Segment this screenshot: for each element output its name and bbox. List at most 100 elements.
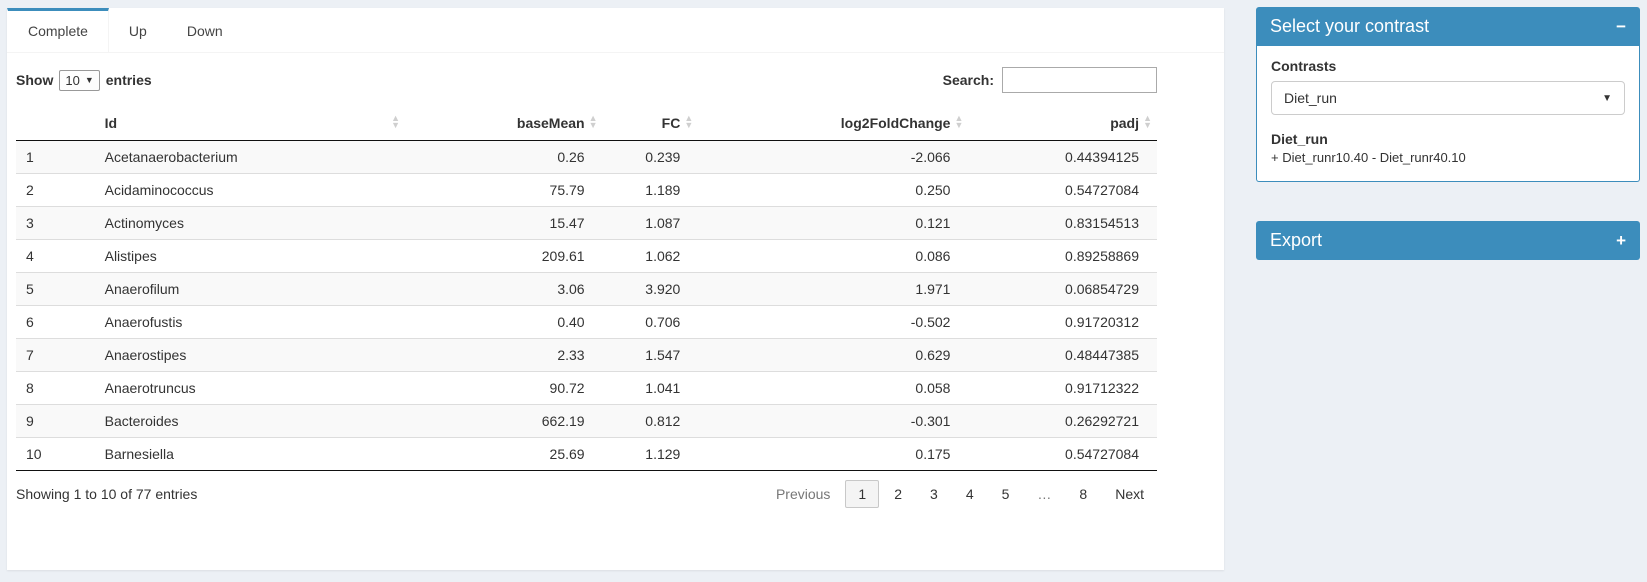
search-input[interactable] — [1002, 67, 1157, 93]
table-row: 5Anaerofilum3.063.9201.9710.06854729 — [16, 273, 1157, 306]
header-padj[interactable]: padj — [968, 107, 1157, 141]
cell-padj: 0.89258869 — [968, 240, 1157, 273]
header-id-label: Id — [105, 115, 117, 131]
contrast-select-value: Diet_run — [1284, 90, 1337, 106]
cell-log2foldchange: 0.250 — [698, 174, 968, 207]
cell-id: Alistipes — [95, 240, 405, 273]
cell-row-number: 8 — [16, 372, 95, 405]
header-basemean-label: baseMean — [517, 115, 585, 131]
sort-icon[interactable] — [955, 115, 964, 129]
contrast-name: Diet_run — [1271, 131, 1625, 147]
cell-basemean: 0.26 — [405, 141, 603, 174]
cell-fc: 1.041 — [603, 372, 699, 405]
tab-up[interactable]: Up — [109, 8, 167, 52]
table-footer: Showing 1 to 10 of 77 entries Previous12… — [16, 480, 1157, 508]
cell-fc: 3.920 — [603, 273, 699, 306]
cell-row-number: 9 — [16, 405, 95, 438]
cell-id: Anaerofustis — [95, 306, 405, 339]
page-length-select[interactable]: 10 ▼ — [59, 70, 99, 91]
cell-basemean: 0.40 — [405, 306, 603, 339]
export-panel-header[interactable]: Export + — [1256, 221, 1640, 260]
contrast-detail: Diet_run + Diet_runr10.40 - Diet_runr40.… — [1271, 131, 1625, 165]
next-button[interactable]: Next — [1102, 480, 1157, 508]
header-basemean[interactable]: baseMean — [405, 107, 603, 141]
cell-fc: 1.129 — [603, 438, 699, 471]
tab-bar: Complete Up Down — [7, 8, 1224, 53]
cell-padj: 0.48447385 — [968, 339, 1157, 372]
cell-padj: 0.83154513 — [968, 207, 1157, 240]
sort-icon[interactable] — [589, 115, 598, 129]
cell-fc: 0.239 — [603, 141, 699, 174]
header-fc[interactable]: FC — [603, 107, 699, 141]
cell-log2foldchange: 0.121 — [698, 207, 968, 240]
sort-icon[interactable] — [684, 115, 693, 129]
contrast-panel-body: Contrasts Diet_run ▼ Diet_run + Diet_run… — [1256, 46, 1640, 182]
page-length-control: Show 10 ▼ entries — [16, 70, 152, 91]
cell-fc: 0.812 — [603, 405, 699, 438]
cell-basemean: 75.79 — [405, 174, 603, 207]
page-button-5[interactable]: 5 — [989, 480, 1023, 508]
contrast-select[interactable]: Diet_run ▼ — [1271, 81, 1625, 115]
cell-basemean: 662.19 — [405, 405, 603, 438]
previous-button[interactable]: Previous — [763, 480, 843, 508]
cell-id: Barnesiella — [95, 438, 405, 471]
tab-down[interactable]: Down — [167, 8, 243, 52]
page-button-2[interactable]: 2 — [881, 480, 915, 508]
cell-padj: 0.06854729 — [968, 273, 1157, 306]
header-fc-label: FC — [662, 115, 681, 131]
tab-complete[interactable]: Complete — [7, 8, 109, 52]
cell-row-number: 4 — [16, 240, 95, 273]
cell-basemean: 2.33 — [405, 339, 603, 372]
cell-basemean: 15.47 — [405, 207, 603, 240]
header-row-number — [16, 107, 95, 141]
cell-basemean: 25.69 — [405, 438, 603, 471]
sort-icon[interactable] — [1143, 115, 1152, 129]
header-log2foldchange[interactable]: log2FoldChange — [698, 107, 968, 141]
export-panel-title: Export — [1270, 230, 1322, 251]
page-button-1[interactable]: 1 — [845, 480, 879, 508]
table-row: 7Anaerostipes2.331.5470.6290.48447385 — [16, 339, 1157, 372]
table-row: 4Alistipes209.611.0620.0860.89258869 — [16, 240, 1157, 273]
page-button-3[interactable]: 3 — [917, 480, 951, 508]
cell-id: Acetanaerobacterium — [95, 141, 405, 174]
cell-log2foldchange: 0.175 — [698, 438, 968, 471]
cell-log2foldchange: -0.502 — [698, 306, 968, 339]
export-panel: Export + — [1256, 221, 1640, 260]
caret-down-icon: ▼ — [85, 75, 94, 85]
cell-id: Bacteroides — [95, 405, 405, 438]
sort-icon[interactable] — [391, 115, 400, 129]
cell-fc: 1.087 — [603, 207, 699, 240]
table-row: 9Bacteroides662.190.812-0.3010.26292721 — [16, 405, 1157, 438]
collapse-icon[interactable]: − — [1616, 18, 1626, 35]
table-row: 8Anaerotruncus90.721.0410.0580.91712322 — [16, 372, 1157, 405]
cell-row-number: 10 — [16, 438, 95, 471]
contrast-panel-title: Select your contrast — [1270, 16, 1429, 37]
contrast-formula: + Diet_runr10.40 - Diet_runr40.10 — [1271, 150, 1625, 165]
cell-row-number: 5 — [16, 273, 95, 306]
table-row: 6Anaerofustis0.400.706-0.5020.91720312 — [16, 306, 1157, 339]
pagination: Previous12345…8Next — [761, 480, 1157, 508]
cell-id: Anaerofilum — [95, 273, 405, 306]
cell-log2foldchange: 1.971 — [698, 273, 968, 306]
table-row: 10Barnesiella25.691.1290.1750.54727084 — [16, 438, 1157, 471]
cell-padj: 0.54727084 — [968, 174, 1157, 207]
cell-id: Anaerostipes — [95, 339, 405, 372]
page-button-8[interactable]: 8 — [1066, 480, 1100, 508]
cell-fc: 1.062 — [603, 240, 699, 273]
cell-fc: 1.547 — [603, 339, 699, 372]
contrast-panel-header[interactable]: Select your contrast − — [1256, 7, 1640, 46]
cell-id: Acidaminococcus — [95, 174, 405, 207]
cell-log2foldchange: 0.058 — [698, 372, 968, 405]
cell-log2foldchange: -2.066 — [698, 141, 968, 174]
cell-padj: 0.44394125 — [968, 141, 1157, 174]
page-length-value: 10 — [65, 73, 79, 88]
cell-basemean: 3.06 — [405, 273, 603, 306]
page-button-4[interactable]: 4 — [953, 480, 987, 508]
expand-icon[interactable]: + — [1616, 232, 1626, 249]
table-row: 1Acetanaerobacterium0.260.239-2.0660.443… — [16, 141, 1157, 174]
header-id[interactable]: Id — [95, 107, 405, 141]
entries-label: entries — [106, 72, 152, 88]
cell-log2foldchange: -0.301 — [698, 405, 968, 438]
cell-log2foldchange: 0.086 — [698, 240, 968, 273]
header-log2foldchange-label: log2FoldChange — [841, 115, 951, 131]
